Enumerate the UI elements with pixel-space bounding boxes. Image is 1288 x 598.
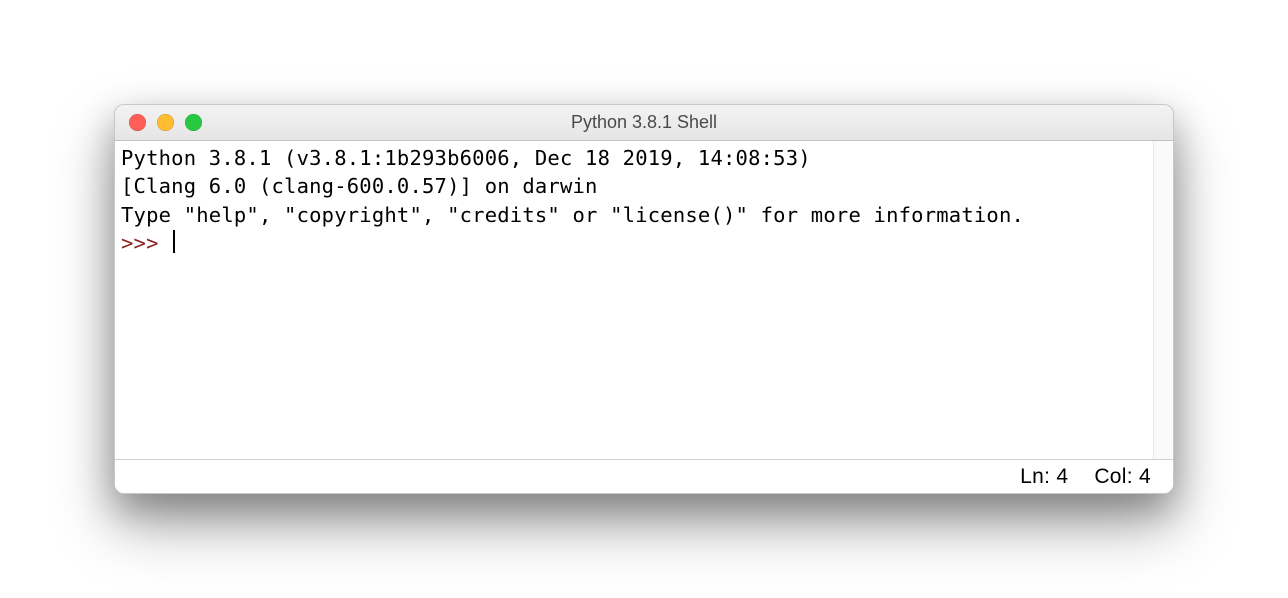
maximize-button[interactable]: [185, 114, 202, 131]
prompt: >>>: [121, 231, 171, 255]
close-button[interactable]: [129, 114, 146, 131]
banner-line-3: Type "help", "copyright", "credits" or "…: [121, 203, 1024, 227]
scrollbar[interactable]: [1153, 141, 1173, 459]
text-cursor: [173, 230, 175, 253]
status-col: Col: 4: [1094, 465, 1151, 489]
window-title: Python 3.8.1 Shell: [115, 112, 1173, 133]
titlebar[interactable]: Python 3.8.1 Shell: [115, 105, 1173, 141]
status-bar: Ln: 4 Col: 4: [115, 459, 1173, 493]
traffic-lights: [115, 114, 202, 131]
banner-line-1: Python 3.8.1 (v3.8.1:1b293b6006, Dec 18 …: [121, 146, 823, 170]
python-shell-window: Python 3.8.1 Shell Python 3.8.1 (v3.8.1:…: [114, 104, 1174, 494]
minimize-button[interactable]: [157, 114, 174, 131]
banner-line-2: [Clang 6.0 (clang-600.0.57)] on darwin: [121, 174, 598, 198]
shell-editor[interactable]: Python 3.8.1 (v3.8.1:1b293b6006, Dec 18 …: [115, 141, 1153, 459]
content-area: Python 3.8.1 (v3.8.1:1b293b6006, Dec 18 …: [115, 141, 1173, 459]
status-line: Ln: 4: [1020, 465, 1068, 489]
